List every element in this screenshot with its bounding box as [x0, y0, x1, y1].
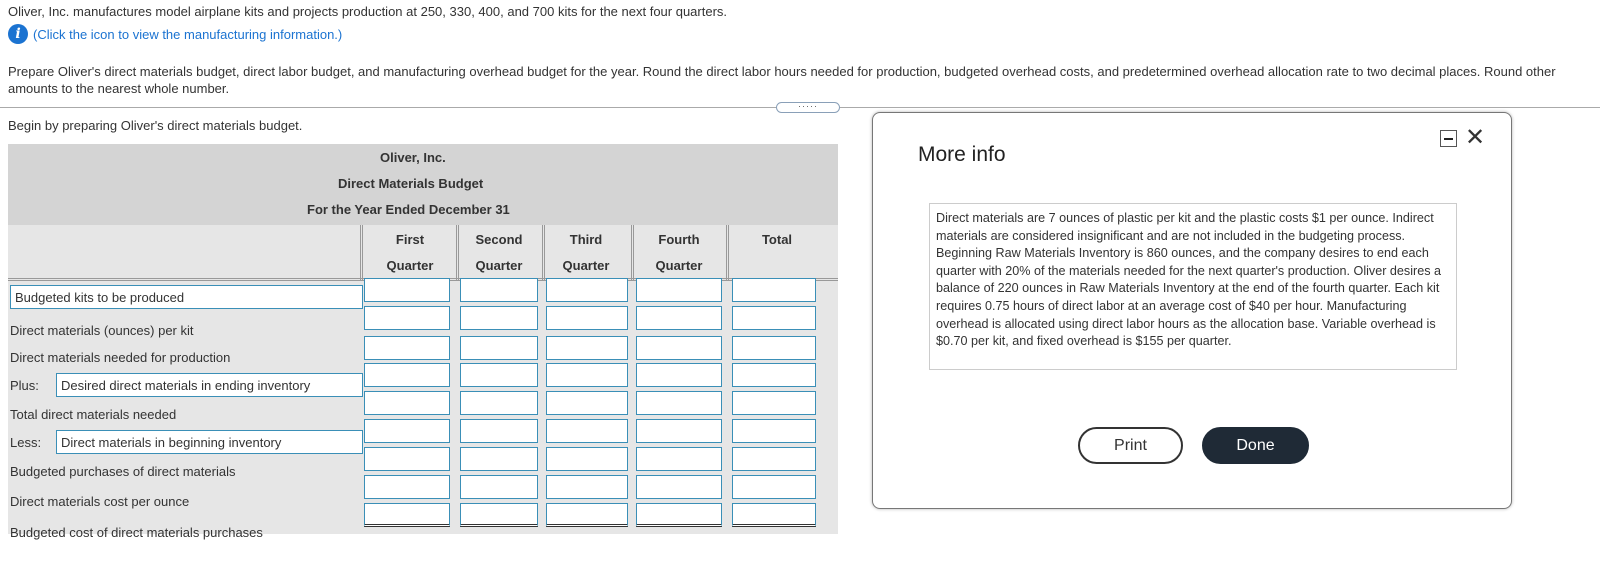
value-input[interactable]	[732, 363, 816, 387]
value-input[interactable]	[732, 391, 816, 415]
value-input[interactable]	[364, 475, 450, 499]
done-button[interactable]: Done	[1202, 427, 1309, 464]
value-input[interactable]	[732, 419, 816, 443]
row-prefix: Less:	[10, 435, 42, 450]
problem-statement: Oliver, Inc. manufactures model airplane…	[8, 4, 728, 19]
col-second-quarter: Second Quarter	[475, 232, 523, 273]
budget-title: Direct Materials Budget	[338, 176, 484, 191]
value-input[interactable]	[364, 278, 450, 302]
col-fourth-quarter: Fourth Quarter	[655, 232, 703, 273]
company-name: Oliver, Inc.	[380, 150, 446, 165]
value-input[interactable]	[460, 447, 538, 471]
value-input[interactable]	[460, 475, 538, 499]
instructions: Prepare Oliver's direct materials budget…	[8, 64, 1556, 96]
value-input[interactable]	[732, 447, 816, 471]
value-input[interactable]	[732, 475, 816, 499]
value-input[interactable]	[546, 391, 628, 415]
row-prefix: Plus:	[10, 378, 39, 393]
info-link-text[interactable]: (Click the icon to view the manufacturin…	[33, 27, 342, 42]
minimize-icon[interactable]	[1440, 130, 1457, 147]
info-icon[interactable]: i	[8, 24, 28, 44]
value-input[interactable]	[364, 391, 450, 415]
value-input[interactable]	[636, 447, 722, 471]
value-input[interactable]	[364, 447, 450, 471]
value-input[interactable]	[636, 306, 722, 330]
value-input[interactable]	[636, 475, 722, 499]
value-input[interactable]	[460, 306, 538, 330]
value-input[interactable]	[460, 503, 538, 527]
value-input[interactable]	[460, 391, 538, 415]
budget-period: For the Year Ended December 31	[307, 202, 510, 217]
step-instruction: Begin by preparing Oliver's direct mater…	[8, 118, 303, 133]
value-input[interactable]	[460, 419, 538, 443]
row-label: Budgeted cost of direct materials purcha…	[10, 525, 263, 540]
value-input[interactable]	[364, 336, 450, 360]
row-label: Direct materials needed for production	[10, 350, 231, 365]
col-first-quarter: First Quarter	[386, 232, 434, 273]
value-input[interactable]	[636, 391, 722, 415]
more-info-dialog: More info ✕ Direct materials are 7 ounce…	[872, 112, 1512, 509]
row-label: Direct materials cost per ounce	[10, 494, 190, 509]
resize-handle[interactable]: ·····	[776, 102, 840, 113]
row-label: Budgeted purchases of direct materials	[10, 464, 236, 479]
row-label-input[interactable]: Desired direct materials in ending inven…	[56, 373, 363, 397]
value-input[interactable]	[546, 306, 628, 330]
value-input[interactable]	[546, 503, 628, 527]
budget-header: Oliver, Inc. Direct Materials Budget For…	[8, 144, 838, 225]
value-input[interactable]	[364, 363, 450, 387]
row-label-input[interactable]: Direct materials in beginning inventory	[56, 430, 363, 454]
value-input[interactable]	[364, 306, 450, 330]
value-input[interactable]	[636, 363, 722, 387]
value-input[interactable]	[636, 278, 722, 302]
value-input[interactable]	[460, 363, 538, 387]
value-input[interactable]	[546, 363, 628, 387]
value-input[interactable]	[546, 419, 628, 443]
value-input[interactable]	[732, 503, 816, 527]
print-button[interactable]: Print	[1078, 427, 1183, 464]
value-input[interactable]	[460, 278, 538, 302]
value-input[interactable]	[732, 278, 816, 302]
value-input[interactable]	[364, 419, 450, 443]
value-input[interactable]	[546, 278, 628, 302]
value-input[interactable]	[732, 306, 816, 330]
direct-materials-budget: Oliver, Inc. Direct Materials Budget For…	[8, 144, 838, 225]
row-label: Direct materials (ounces) per kit	[10, 323, 194, 338]
info-link[interactable]: i (Click the icon to view the manufactur…	[8, 24, 342, 44]
row-label: Total direct materials needed	[10, 407, 177, 422]
value-input[interactable]	[546, 447, 628, 471]
close-icon[interactable]: ✕	[1465, 123, 1485, 152]
col-third-quarter: Third Quarter	[562, 232, 610, 273]
value-input[interactable]	[364, 503, 450, 527]
value-input[interactable]	[732, 336, 816, 360]
col-total: Total	[761, 232, 793, 247]
row-label-input[interactable]: Budgeted kits to be produced	[10, 285, 363, 309]
value-input[interactable]	[546, 475, 628, 499]
dialog-title: More info	[918, 143, 1006, 166]
column-headers: First Quarter Second Quarter Third Quarter …	[8, 225, 838, 280]
info-text: Direct materials are 7 ounces of plastic…	[929, 203, 1457, 370]
value-input[interactable]	[546, 336, 628, 360]
value-input[interactable]	[636, 503, 722, 527]
value-input[interactable]	[636, 336, 722, 360]
value-input[interactable]	[636, 419, 722, 443]
value-input[interactable]	[460, 336, 538, 360]
